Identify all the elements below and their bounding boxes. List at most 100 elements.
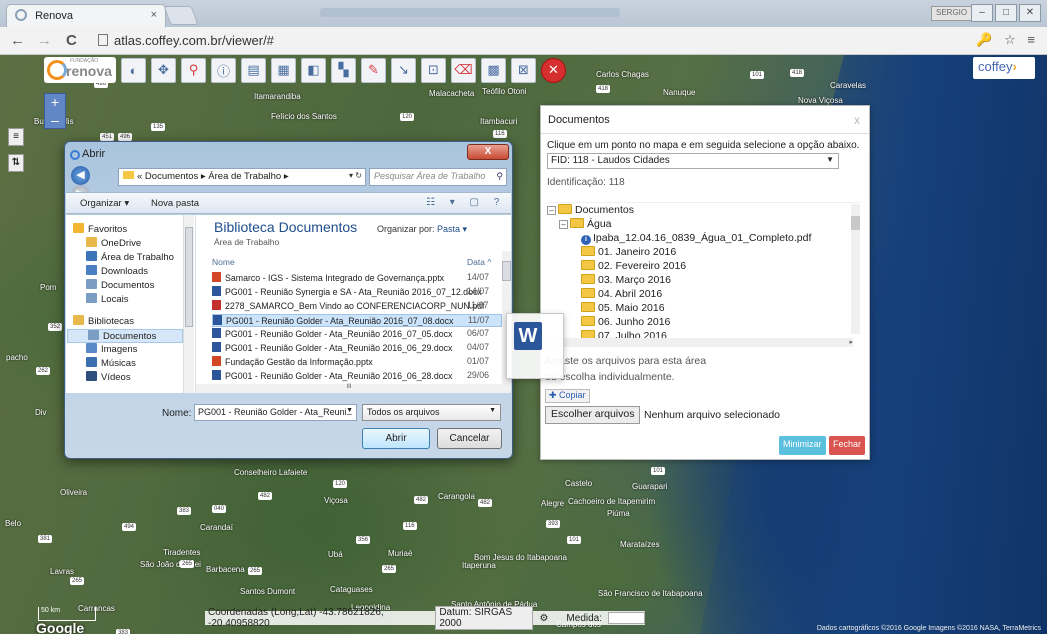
nav-item[interactable]: OneDrive bbox=[86, 237, 141, 249]
user-badge[interactable]: SERGIO bbox=[931, 6, 973, 21]
arrange-by[interactable]: Organizar por: Pasta ▾ bbox=[377, 224, 467, 235]
tab-close-icon[interactable]: × bbox=[151, 9, 157, 21]
nav-item[interactable]: Documentos bbox=[86, 279, 154, 291]
file-list-hscrollbar[interactable]: III bbox=[196, 384, 502, 393]
maximize-window-button[interactable]: □ bbox=[995, 4, 1017, 22]
forward-button[interactable]: → bbox=[37, 32, 52, 49]
refresh-path-icon[interactable]: ▾ ↻ bbox=[349, 171, 362, 180]
nav-item[interactable]: Documentos bbox=[67, 329, 183, 343]
table-icon[interactable]: ▤ bbox=[241, 57, 266, 83]
file-row[interactable]: PG001 - Reunião Golder - Ata_Reunião 201… bbox=[212, 342, 502, 355]
file-row[interactable]: PG001 - Reunião Golder - Ata_Reunião 201… bbox=[212, 370, 502, 383]
cancel-icon[interactable]: ✕ bbox=[541, 57, 566, 83]
chevron-down-icon[interactable]: ▼ bbox=[346, 407, 353, 414]
eraser-icon[interactable]: ⌫ bbox=[451, 57, 476, 83]
nav-scrollbar[interactable] bbox=[183, 215, 194, 393]
measure-path-icon[interactable]: ↘ bbox=[391, 57, 416, 83]
nav-item[interactable]: Downloads bbox=[86, 265, 148, 277]
collapse-icon[interactable]: – bbox=[559, 220, 568, 229]
choose-files-button[interactable]: Escolher arquivos bbox=[545, 406, 641, 424]
tree-folder-item[interactable]: 04. Abril 2016 bbox=[581, 287, 662, 301]
feature-select[interactable]: FID: 118 - Laudos Cidades ▼ bbox=[547, 153, 839, 169]
tree-folder-item[interactable]: 05. Maio 2016 bbox=[581, 301, 665, 315]
reload-button[interactable]: C bbox=[66, 32, 77, 49]
close-window-button[interactable]: ✕ bbox=[1019, 4, 1041, 22]
toolbar-right-icons[interactable]: 🔑 ☆ ≡ bbox=[976, 32, 1039, 48]
file-row[interactable]: Samarco - IGS - Sistema Integrado de Gov… bbox=[212, 272, 502, 285]
file-row[interactable]: PG001 - Reunião Golder - Ata_Reunião 201… bbox=[212, 314, 502, 327]
file-row[interactable]: PG001 - Reunião Synergia e SA - Ata_Reun… bbox=[212, 286, 502, 299]
road-shield: 265 bbox=[248, 567, 263, 575]
tree-item-label: Ipaba_12.04.16_0839_Água_01_Completo.pdf bbox=[593, 232, 812, 244]
globe-icon[interactable]: ◐ bbox=[121, 57, 146, 83]
zoom-box-icon[interactable]: ⚲ bbox=[181, 57, 206, 83]
new-tab-button[interactable] bbox=[163, 6, 199, 25]
panel-close-icon[interactable]: x bbox=[854, 113, 860, 127]
sort-toggle-button[interactable]: ⇅ bbox=[8, 154, 24, 172]
tree-file-item[interactable]: i Ipaba_12.04.16_0839_Água_01_Completo.pd… bbox=[581, 231, 811, 245]
nav-item[interactable]: Imagens bbox=[86, 343, 137, 355]
scroll-thumb[interactable] bbox=[185, 227, 193, 327]
nav-item[interactable]: Bibliotecas bbox=[73, 315, 134, 327]
address-bar[interactable]: atlas.coffey.com.br/viewer/# bbox=[98, 31, 978, 51]
file-row[interactable]: PG001 - Reunião Golder - Ata_Reunião 201… bbox=[212, 328, 502, 341]
minimize-button[interactable]: Minimizar bbox=[779, 436, 826, 455]
file-row[interactable]: Fundação Gestão da Informação.pptx 01/07 bbox=[212, 356, 502, 369]
tree-folder-item[interactable]: 03. Março 2016 bbox=[581, 273, 671, 287]
dropzone-line-2[interactable]: ou escolha individualmente. bbox=[545, 371, 675, 383]
layers-toggle-button[interactable]: ≡ bbox=[8, 128, 24, 146]
medida-field[interactable] bbox=[608, 612, 646, 624]
file-name-input[interactable]: PG001 - Reunião Golder - Ata_Reuniã ▼ bbox=[194, 404, 357, 421]
pan-icon[interactable]: ✥ bbox=[151, 57, 176, 83]
file-type-select[interactable]: Todos os arquivos ▼ bbox=[362, 404, 501, 421]
arrange-value[interactable]: Pasta ▾ bbox=[437, 224, 467, 234]
back-arrow-icon[interactable]: ◀ bbox=[71, 166, 90, 185]
dialog-search-input[interactable]: Pesquisar Área de Trabalho ⚲ bbox=[369, 168, 507, 186]
new-folder-button[interactable]: Nova pasta bbox=[151, 198, 199, 209]
organize-menu[interactable]: Organizar ▾ bbox=[80, 198, 129, 209]
path-breadcrumb[interactable]: « Documentos ▸ Área de Trabalho ▸ ▾ ↻ bbox=[118, 168, 366, 186]
view-options-icons[interactable]: ☷ ▾ ▢ ? bbox=[426, 197, 505, 208]
measure-area-icon[interactable]: ⊡ bbox=[421, 57, 446, 83]
scroll-thumb[interactable] bbox=[851, 216, 860, 230]
open-button[interactable]: Abrir bbox=[362, 428, 430, 449]
info-icon[interactable]: ⓘ bbox=[211, 57, 236, 83]
back-button[interactable]: ← bbox=[10, 32, 25, 49]
close-x-icon[interactable]: ⊠ bbox=[511, 57, 536, 83]
scroll-thumb[interactable] bbox=[502, 261, 511, 281]
folders-icon[interactable]: ▚ bbox=[331, 57, 356, 83]
nav-item[interactable]: Vídeos bbox=[86, 371, 131, 383]
zoom-in-button[interactable]: + bbox=[45, 94, 65, 112]
col-name-header[interactable]: Nome bbox=[212, 257, 235, 267]
file-row[interactable]: 2278_SAMARCO_Bem Vindo ao CONFERENCIACOR… bbox=[212, 300, 502, 313]
tree-vertical-scrollbar[interactable] bbox=[851, 204, 860, 334]
nav-item[interactable]: Músicas bbox=[86, 357, 136, 369]
tree-folder-item[interactable]: 01. Janeiro 2016 bbox=[581, 245, 676, 259]
nav-item[interactable]: Favoritos bbox=[73, 223, 127, 235]
tree-folder-item[interactable]: – Água bbox=[559, 217, 612, 231]
col-date-header[interactable]: Data ^ bbox=[467, 257, 491, 267]
dialog-close-button[interactable]: X bbox=[467, 144, 509, 160]
town-label: Itambacuri bbox=[480, 117, 518, 126]
copy-button[interactable]: ✚ Copiar bbox=[545, 389, 590, 403]
dragged-file[interactable]: W bbox=[506, 313, 564, 379]
dropzone-line-1[interactable]: Arraste os arquivos para esta área bbox=[545, 355, 706, 367]
nav-item[interactable]: Área de Trabalho bbox=[86, 251, 174, 263]
browser-tab[interactable]: Renova × bbox=[6, 4, 166, 27]
datum-select[interactable]: Datum: SIRGAS 2000 bbox=[435, 606, 534, 630]
cancel-button[interactable]: Cancelar bbox=[437, 428, 502, 449]
layers-icon[interactable]: ◧ bbox=[301, 57, 326, 83]
draw-line-icon[interactable]: ✎ bbox=[361, 57, 386, 83]
nav-item[interactable]: Locais bbox=[86, 293, 128, 305]
minimize-window-button[interactable]: – bbox=[971, 4, 993, 22]
layer-list-icon[interactable]: ▦ bbox=[271, 57, 296, 83]
tree-horizontal-scrollbar[interactable]: ▸ bbox=[547, 338, 853, 347]
collapse-icon[interactable]: – bbox=[547, 206, 556, 215]
grid-icon[interactable]: ▩ bbox=[481, 57, 506, 83]
tree-folder-item[interactable]: – Documentos bbox=[547, 203, 634, 217]
tree-folder-item[interactable]: 06. Junho 2016 bbox=[581, 315, 670, 329]
fechar-button[interactable]: Fechar bbox=[829, 436, 866, 455]
settings-gear-icon[interactable]: ⚙ bbox=[539, 613, 548, 624]
zoom-out-button[interactable]: – bbox=[45, 112, 65, 130]
tree-folder-item[interactable]: 02. Fevereiro 2016 bbox=[581, 259, 686, 273]
